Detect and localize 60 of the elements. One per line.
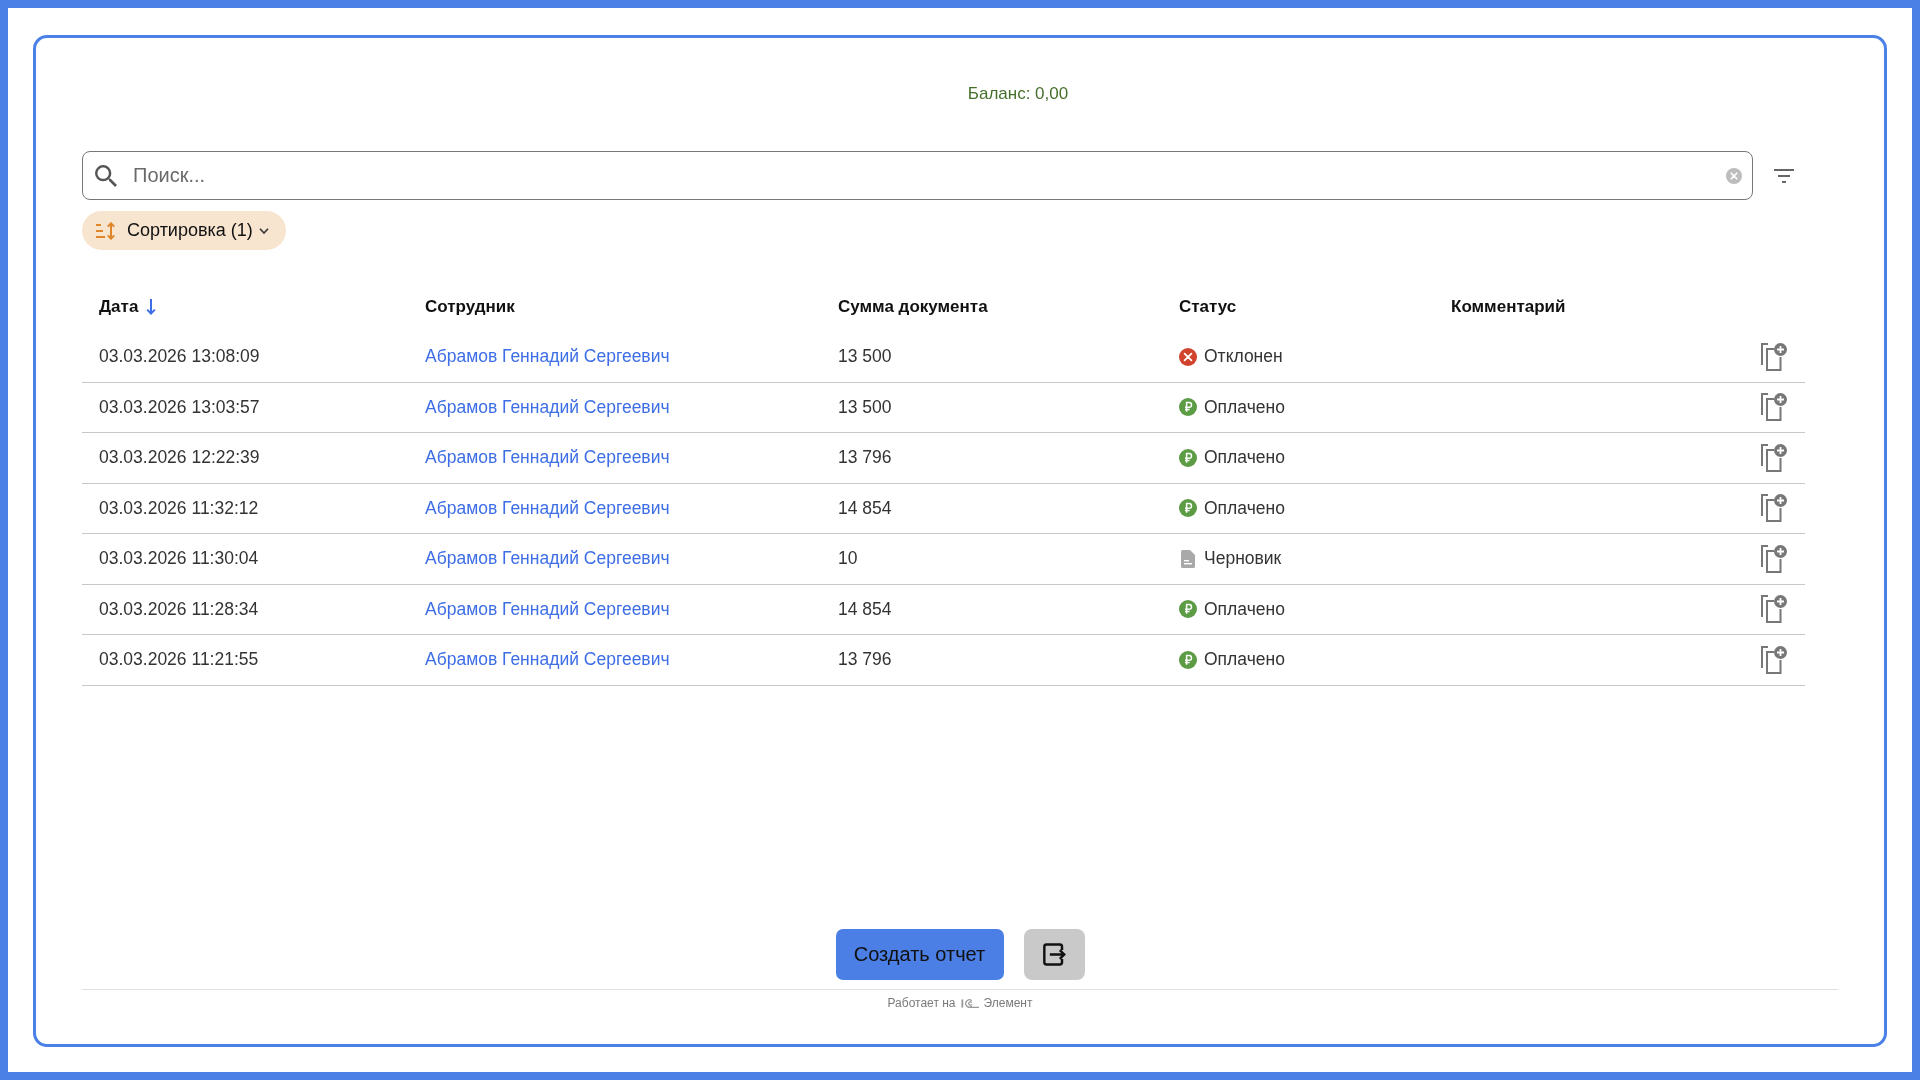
ruble-icon [1179, 650, 1197, 669]
employee-link[interactable]: Абрамов Геннадий Сергеевич [425, 548, 670, 570]
footer-text: Работает на [887, 995, 956, 1011]
search-field[interactable]: Поиск... [82, 151, 1753, 200]
amount-text: 10 [838, 548, 858, 570]
amount-text: 13 796 [838, 447, 892, 469]
column-header[interactable]: Сумма документа [838, 297, 988, 317]
document-plus-icon[interactable] [1761, 443, 1787, 472]
employee-link[interactable]: Абрамов Геннадий Сергеевич [425, 497, 670, 519]
exit-icon [1042, 943, 1066, 966]
date-text: 03.03.2026 11:32:12 [99, 497, 259, 519]
ruble-icon [1179, 398, 1197, 417]
amount-text: 14 854 [838, 598, 892, 620]
status-text: Оплачено [1204, 649, 1285, 671]
status-text: Черновик [1204, 548, 1282, 570]
column-header[interactable]: Статус [1179, 297, 1237, 317]
sort-icon [96, 221, 116, 240]
status-text: Отклонен [1204, 346, 1283, 368]
column-header[interactable]: Комментарий [1451, 297, 1566, 317]
status-text: Оплачено [1204, 598, 1285, 620]
employee-link[interactable]: Абрамов Геннадий Сергеевич [425, 447, 670, 469]
filter-icon[interactable] [1774, 168, 1794, 183]
error-icon [1179, 347, 1197, 366]
product-name: Элемент [983, 995, 1033, 1011]
search-icon [95, 164, 117, 187]
sort-chip[interactable]: Сортировка (1) [82, 211, 286, 250]
amount-text: 13 500 [838, 346, 892, 368]
amount-text: 13 796 [838, 649, 892, 671]
column-header[interactable]: Дата [99, 297, 157, 317]
date-text: 03.03.2026 13:03:57 [99, 396, 260, 418]
date-text: 03.03.2026 11:21:55 [99, 649, 259, 671]
date-text: 03.03.2026 11:28:34 [99, 598, 259, 620]
employee-link[interactable]: Абрамов Геннадий Сергеевич [425, 346, 670, 368]
document-plus-icon[interactable] [1761, 494, 1787, 523]
amount-text: 13 500 [838, 396, 892, 418]
ruble-icon [1179, 499, 1197, 518]
document-plus-icon[interactable] [1761, 393, 1787, 422]
employee-link[interactable]: Абрамов Геннадий Сергеевич [425, 649, 670, 671]
document-plus-icon[interactable] [1761, 544, 1787, 573]
document-plus-icon[interactable] [1761, 645, 1787, 674]
exit-button[interactable] [1023, 929, 1085, 980]
amount-text: 14 854 [838, 497, 892, 519]
chevron-down-icon [258, 227, 269, 234]
document-plus-icon[interactable] [1761, 595, 1787, 624]
document-plus-icon[interactable] [1761, 342, 1787, 371]
create-report-button[interactable]: Создать отчет [835, 929, 1004, 980]
employee-link[interactable]: Абрамов Геннадий Сергеевич [425, 598, 670, 620]
employee-link[interactable]: Абрамов Геннадий Сергеевич [425, 396, 670, 418]
document-icon [1181, 549, 1195, 568]
column-header[interactable]: Сотрудник [425, 297, 515, 317]
date-text: 03.03.2026 11:30:04 [99, 548, 259, 570]
ruble-icon [1179, 448, 1197, 467]
logo-icon [960, 998, 979, 1008]
status-text: Оплачено [1204, 447, 1285, 469]
ruble-icon [1179, 600, 1197, 619]
status-text: Оплачено [1204, 497, 1285, 519]
balance-text: Баланс: 0,00 [967, 84, 1069, 104]
date-text: 03.03.2026 13:08:09 [99, 346, 260, 368]
date-text: 03.03.2026 12:22:39 [99, 447, 260, 469]
status-text: Оплачено [1204, 396, 1285, 418]
